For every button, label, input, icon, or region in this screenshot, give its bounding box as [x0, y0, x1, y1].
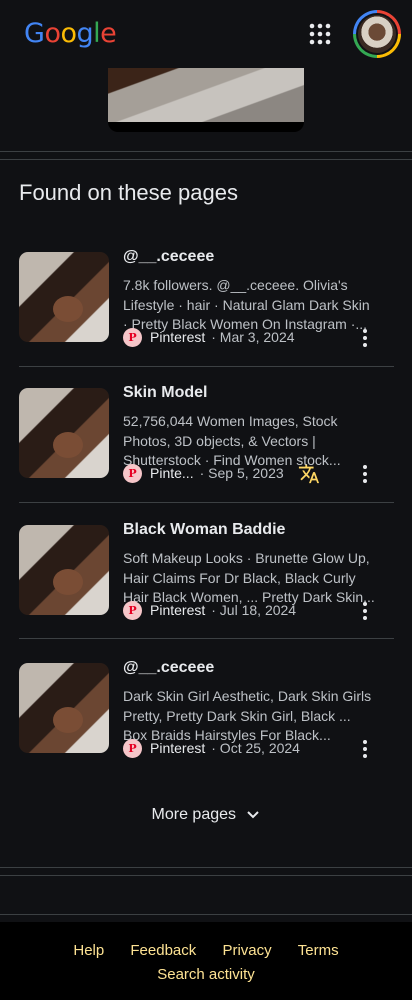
- footer-link-help[interactable]: Help: [73, 942, 104, 959]
- divider: [19, 366, 394, 367]
- source-date: · Sep 5, 2023: [199, 465, 284, 481]
- result-image-preview[interactable]: [108, 68, 304, 132]
- result-snippet: 7.8k followers. @__.ceceee. Olivia's Lif…: [123, 277, 370, 332]
- result-source: P Pinterest · Jul 18, 2024: [123, 600, 296, 620]
- result-item[interactable]: Black Woman Baddie Soft Makeup Looks · B…: [0, 507, 412, 642]
- source-name: Pinterest: [150, 740, 206, 756]
- result-title[interactable]: Black Woman Baddie: [123, 521, 285, 539]
- source-date: · Jul 18, 2024: [211, 602, 297, 618]
- divider: [0, 914, 412, 915]
- more-options-icon[interactable]: [356, 738, 374, 760]
- pinterest-icon: P: [123, 600, 142, 620]
- source-date: · Oct 25, 2024: [211, 740, 300, 756]
- result-title[interactable]: @__.ceceee: [123, 659, 214, 677]
- result-item[interactable]: @__.ceceee 7.8k followers. @__.ceceee. O…: [0, 234, 412, 369]
- section-title: Found on these pages: [19, 180, 238, 205]
- result-snippet: 52,756,044 Women Images, Stock Photos, 3…: [123, 413, 341, 468]
- footer-links: Help Feedback Privacy Terms: [0, 942, 412, 959]
- source-date: · Mar 3, 2024: [211, 329, 295, 345]
- divider: [0, 151, 412, 152]
- result-thumbnail[interactable]: [19, 525, 109, 615]
- footer-link-privacy[interactable]: Privacy: [222, 942, 271, 959]
- more-pages-label: More pages: [151, 806, 237, 823]
- result-snippet: Dark Skin Girl Aesthetic, Dark Skin Girl…: [123, 688, 372, 743]
- more-pages-button[interactable]: More pages: [0, 806, 412, 824]
- result-title[interactable]: Skin Model: [123, 384, 207, 402]
- result-source: P Pinte... · Sep 5, 2023: [123, 463, 284, 483]
- result-thumbnail[interactable]: [19, 388, 109, 478]
- translate-icon[interactable]: [298, 463, 320, 485]
- pinterest-icon: P: [123, 327, 142, 347]
- pinterest-icon: P: [123, 738, 142, 758]
- footer-link-feedback[interactable]: Feedback: [130, 942, 196, 959]
- footer-link-search-activity[interactable]: Search activity: [0, 966, 412, 983]
- divider: [0, 867, 412, 868]
- divider: [19, 638, 394, 639]
- result-item[interactable]: Skin Model 52,756,044 Women Images, Stoc…: [0, 370, 412, 505]
- source-name: Pinterest: [150, 329, 206, 345]
- result-source: P Pinterest · Mar 3, 2024: [123, 327, 295, 347]
- footer-link-terms[interactable]: Terms: [298, 942, 339, 959]
- result-source: P Pinterest · Oct 25, 2024: [123, 738, 300, 758]
- pinterest-icon: P: [123, 463, 142, 483]
- more-options-icon[interactable]: [356, 463, 374, 485]
- result-snippet: Soft Makeup Looks · Brunette Glow Up, Ha…: [123, 550, 375, 605]
- header: Google: [0, 0, 412, 68]
- footer: Help Feedback Privacy Terms Search activ…: [0, 922, 412, 1000]
- source-name: Pinterest: [150, 602, 206, 618]
- divider: [19, 502, 394, 503]
- result-thumbnail[interactable]: [19, 252, 109, 342]
- divider: [0, 875, 412, 876]
- more-options-icon[interactable]: [356, 600, 374, 622]
- google-logo[interactable]: Google: [24, 18, 117, 49]
- result-item[interactable]: @__.ceceee Dark Skin Girl Aesthetic, Dar…: [0, 645, 412, 780]
- preview-photo: [108, 68, 304, 122]
- divider: [0, 159, 412, 160]
- apps-grid-icon[interactable]: [308, 22, 332, 46]
- result-thumbnail[interactable]: [19, 663, 109, 753]
- avatar-image: [358, 15, 396, 53]
- source-name: Pinte...: [150, 465, 194, 481]
- account-avatar[interactable]: [353, 10, 401, 58]
- chevron-down-icon: [247, 811, 260, 819]
- more-options-icon[interactable]: [356, 327, 374, 349]
- result-title[interactable]: @__.ceceee: [123, 248, 214, 266]
